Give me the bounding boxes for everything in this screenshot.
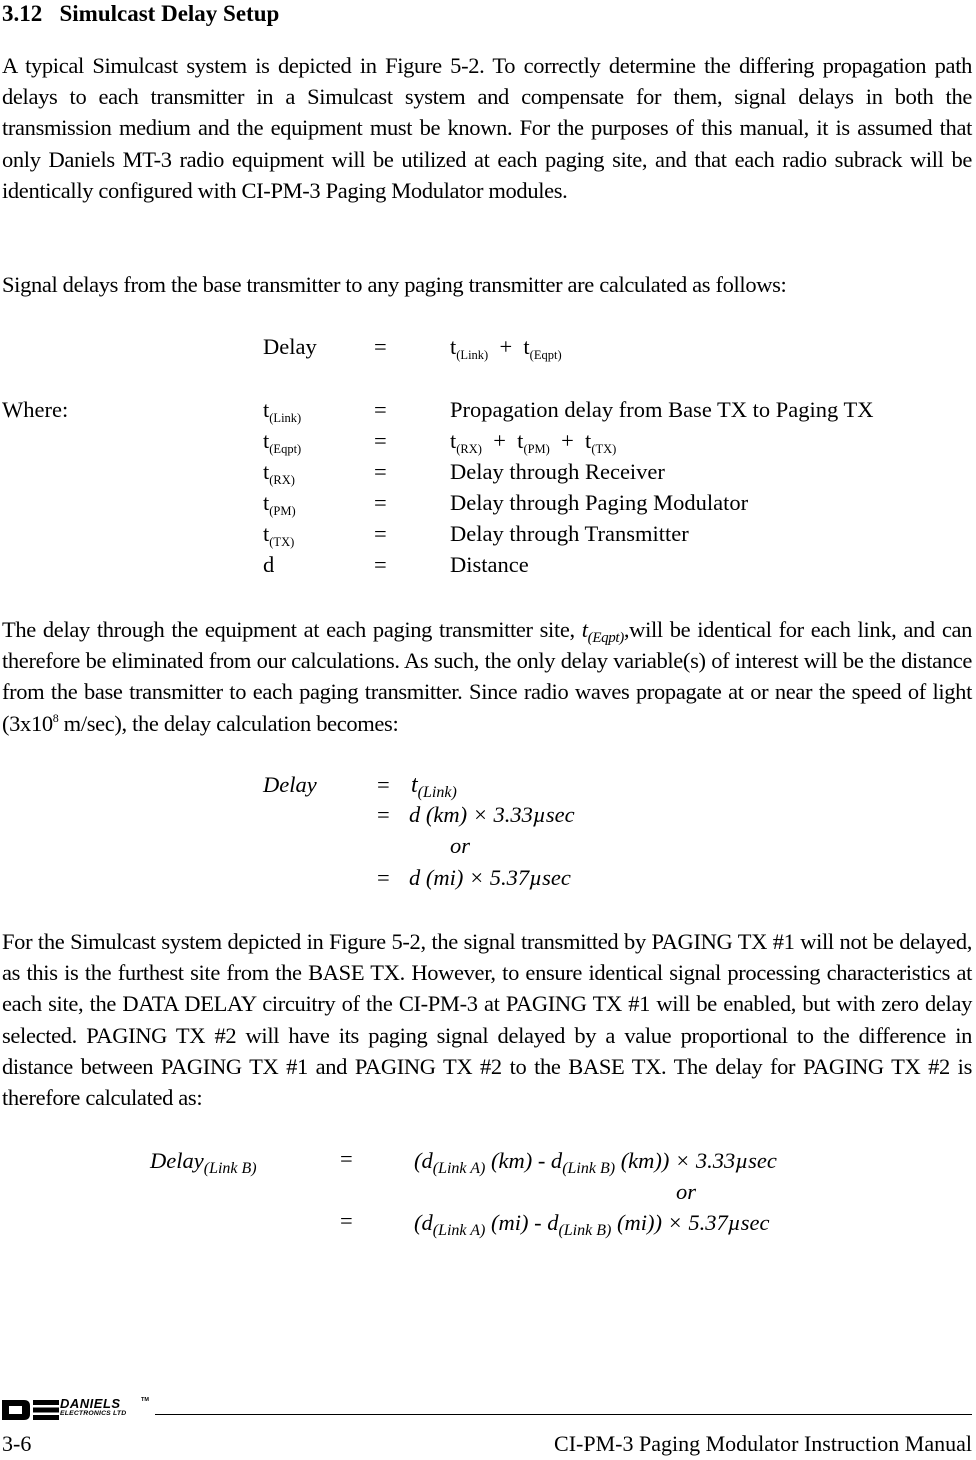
eq3-lhs: Delay(Link B) [150, 1148, 257, 1177]
page-number: 3-6 [2, 1431, 32, 1456]
eq1-rhs: t(Link) + t(Eqpt) [450, 334, 562, 362]
eq2-equals-1: = [377, 772, 390, 797]
eq3-or: or [676, 1179, 697, 1204]
eq2-lhs: Delay [263, 772, 317, 797]
eq2-line3: d (mi) × 5.37µsec [409, 865, 571, 890]
section-number: 3.12 [2, 1, 43, 26]
footer-divider [155, 1414, 972, 1415]
section-title: Simulcast Delay Setup [59, 1, 280, 26]
eq2-or: or [450, 833, 471, 858]
eq3-line2: (d(Link A) (mi) - d(Link B) (mi)) × 5.37… [414, 1210, 770, 1239]
eq3-equals-1: = [340, 1146, 353, 1171]
section-heading: 3.12 Simulcast Delay Setup [2, 0, 279, 28]
eq1-lhs: Delay [263, 334, 317, 359]
where-label: Where: [2, 397, 69, 422]
equipment-text: The delay through the equipment at each … [2, 617, 972, 736]
calc-intro-text: Signal delays from the base transmitter … [2, 272, 787, 297]
logo-trademark: TM [141, 1397, 149, 1403]
equipment-paragraph: The delay through the equipment at each … [2, 614, 972, 739]
manual-title: CI-PM-3 Paging Modulator Instruction Man… [554, 1431, 972, 1456]
eq2-equals-3: = [377, 865, 390, 890]
logo-wordmark: DANIELS ELECTRONICS LTD [60, 1397, 126, 1418]
eq3-equals-2: = [340, 1208, 353, 1233]
eq2-equals-2: = [377, 802, 390, 827]
eq2-line2: d (km) × 3.33µsec [409, 802, 575, 827]
logo-name: DANIELS [60, 1396, 121, 1411]
eq1-equals: = [374, 334, 387, 359]
calc-intro-paragraph: Signal delays from the base transmitter … [2, 269, 972, 300]
eq3-line1: (d(Link A) (km) - d(Link B) (km)) × 3.33… [414, 1148, 777, 1177]
logo-subtitle: ELECTRONICS LTD [60, 1410, 127, 1417]
example-text: For the Simulcast system depicted in Fig… [2, 929, 972, 1111]
intro-text: A typical Simulcast system is depicted i… [2, 53, 972, 203]
intro-paragraph: A typical Simulcast system is depicted i… [2, 50, 972, 206]
eq2-line1: t(Link) [411, 772, 457, 801]
example-paragraph: For the Simulcast system depicted in Fig… [2, 926, 972, 1113]
